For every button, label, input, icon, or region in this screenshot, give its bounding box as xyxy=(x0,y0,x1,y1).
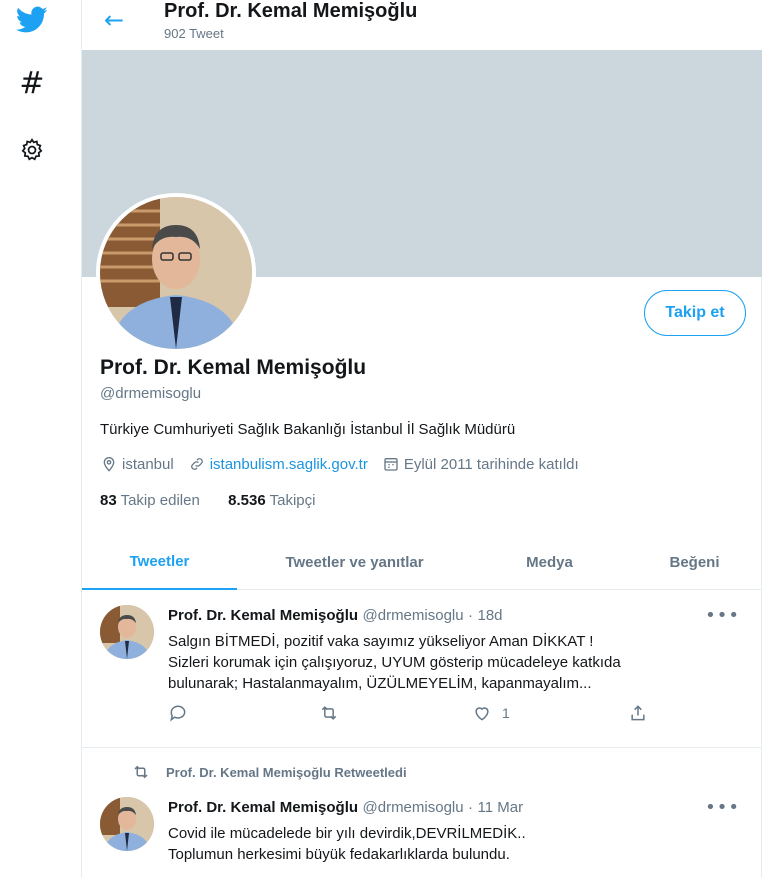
tweet-item[interactable]: Prof. Dr. Kemal Memişoğlu Retweetledi Pr… xyxy=(82,749,762,878)
location-pin-icon xyxy=(100,455,118,473)
tab-tweets-and-replies[interactable]: Tweetler ve yanıtlar xyxy=(237,535,472,590)
profile-stats: 83 Takip edilen 8.536 Takipçi xyxy=(100,492,315,509)
profile-location: istanbul xyxy=(122,455,174,473)
retweeted-by[interactable]: Prof. Dr. Kemal Memişoğlu Retweetledi xyxy=(166,765,407,780)
tweet-actions: 1 xyxy=(168,703,668,727)
header-profile-name: Prof. Dr. Kemal Memişoğlu xyxy=(164,0,418,22)
like-button[interactable]: 1 xyxy=(472,703,510,723)
followers-label: Takipçi xyxy=(269,492,316,509)
tweet-separator: · xyxy=(468,799,474,816)
tweet-avatar[interactable] xyxy=(100,797,154,851)
profile-name: Prof. Dr. Kemal Memişoğlu xyxy=(100,356,367,379)
tweet-separator: · xyxy=(468,607,474,624)
explore-hashtag-icon[interactable]: # xyxy=(14,66,50,102)
tweet-text: Salgın BİTMEDİ, pozitif vaka sayımız yük… xyxy=(168,631,621,694)
profile-column: ← Prof. Dr. Kemal Memişoğlu 902 Tweet Ta… xyxy=(82,0,762,878)
profile-header: ← Prof. Dr. Kemal Memişoğlu 902 Tweet xyxy=(82,0,762,50)
profile-avatar[interactable] xyxy=(96,193,256,353)
twitter-bird-icon[interactable] xyxy=(14,2,50,38)
heart-icon xyxy=(475,707,489,721)
share-icon[interactable] xyxy=(628,703,648,723)
settings-gear-icon[interactable] xyxy=(14,132,50,168)
profile-joined-date: Eylül 2011 tarihinde katıldı xyxy=(403,455,579,473)
tweet-text-line: Sizleri korumak için çalışıyoruz, UYUM g… xyxy=(168,654,621,671)
reply-icon[interactable] xyxy=(168,703,188,723)
follow-button[interactable]: Takip et xyxy=(644,290,746,336)
tweet-text: Covid ile mücadelede bir yılı devirdik,D… xyxy=(168,823,526,865)
tab-media[interactable]: Medya xyxy=(472,535,627,590)
tweet-avatar[interactable] xyxy=(100,605,154,659)
tweet-author-handle: @drmemisoglu xyxy=(362,607,464,624)
tweet-header: Prof. Dr. Kemal Memişoğlu @drmemisoglu ·… xyxy=(168,607,503,625)
link-icon xyxy=(188,455,206,473)
like-count: 1 xyxy=(502,705,510,721)
following-count: 83 xyxy=(100,492,117,509)
tweet-author-name[interactable]: Prof. Dr. Kemal Memişoğlu xyxy=(168,799,358,816)
calendar-icon xyxy=(382,455,400,473)
tweet-text-line: Salgın BİTMEDİ, pozitif vaka sayımız yük… xyxy=(168,633,594,650)
tweet-more-icon[interactable]: ••• xyxy=(705,797,740,818)
retweeted-icon xyxy=(134,765,148,779)
following-stat[interactable]: 83 Takip edilen xyxy=(100,492,200,509)
tab-likes[interactable]: Beğeni xyxy=(627,535,762,590)
tweet-item[interactable]: Prof. Dr. Kemal Memişoğlu @drmemisoglu ·… xyxy=(82,591,762,748)
retweet-icon[interactable] xyxy=(318,703,340,723)
tweet-text-line: Covid ile mücadelede bir yılı devirdik,D… xyxy=(168,825,526,842)
nav-rail: # xyxy=(0,0,82,878)
tweet-time[interactable]: 11 Mar xyxy=(478,799,524,816)
tab-tweets[interactable]: Tweetler xyxy=(82,535,237,590)
tweet-text-line: bulunarak; Hastalanmayalım, ÜZÜLMEYELİM,… xyxy=(168,675,592,692)
tweet-author-name[interactable]: Prof. Dr. Kemal Memişoğlu xyxy=(168,607,358,624)
followers-count: 8.536 xyxy=(228,492,266,509)
profile-website-link[interactable]: istanbulism.saglik.gov.tr xyxy=(210,456,368,473)
tweet-time[interactable]: 18d xyxy=(478,607,503,624)
followers-stat[interactable]: 8.536 Takipçi xyxy=(228,492,315,509)
profile-bio: Türkiye Cumhuriyeti Sağlık Bakanlığı İst… xyxy=(100,421,516,438)
back-arrow-icon[interactable]: ← xyxy=(104,6,124,34)
following-label: Takip edilen xyxy=(120,492,200,509)
tweet-header: Prof. Dr. Kemal Memişoğlu @drmemisoglu ·… xyxy=(168,799,523,817)
profile-handle: @drmemisoglu xyxy=(100,385,202,402)
profile-tabs: Tweetler Tweetler ve yanıtlar Medya Beğe… xyxy=(82,535,762,590)
tweet-more-icon[interactable]: ••• xyxy=(705,605,740,626)
retweet-context: Prof. Dr. Kemal Memişoğlu Retweetledi xyxy=(130,763,407,781)
tweet-author-handle: @drmemisoglu xyxy=(362,799,464,816)
profile-meta: istanbul istanbulism.saglik.gov.tr Eylül… xyxy=(100,455,579,473)
header-tweet-count: 902 Tweet xyxy=(164,26,224,41)
tweet-text-line: Toplumun herkesimi büyük fedakarlıklarda… xyxy=(168,846,510,863)
